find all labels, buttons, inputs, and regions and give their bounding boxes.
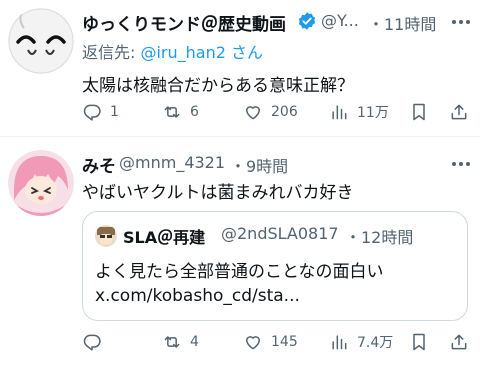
share-button[interactable] (449, 332, 469, 352)
quote-display-name: SLA＠再建 (123, 228, 206, 247)
like-button[interactable]: 206 (243, 102, 298, 122)
reply-to-link[interactable]: @iru_han2 (140, 43, 225, 62)
retweet-count: 4 (190, 334, 199, 350)
quote-avatar (95, 225, 117, 247)
like-count: 145 (271, 334, 298, 350)
retweet-icon (164, 106, 180, 118)
like-count: 206 (271, 104, 298, 120)
share-icon (451, 334, 467, 350)
retweet-button[interactable]: 6 (162, 102, 199, 122)
views-chart-icon (332, 335, 347, 350)
views-button[interactable]: 7.4万 (329, 332, 393, 352)
view-count: 7.4万 (357, 335, 394, 351)
like-button[interactable]: 145 (243, 332, 298, 352)
reply-prefix: 返信先: (82, 43, 141, 62)
reply-suffix: さん (225, 43, 264, 62)
views-button[interactable]: 11万 (329, 102, 389, 122)
heart-icon (246, 336, 260, 350)
avatar[interactable] (8, 150, 74, 216)
quote-timestamp: ・12時間 (345, 228, 414, 247)
timestamp[interactable]: ・9時間 (230, 153, 288, 177)
more-options-icon[interactable] (452, 162, 470, 166)
handle[interactable]: @Y... (321, 11, 359, 30)
reply-button[interactable] (82, 332, 110, 352)
retweet-button[interactable]: 4 (162, 332, 199, 352)
bookmark-icon (413, 333, 425, 351)
tweet[interactable]: ゆっくりモンド＠歴史動画 @Y... ・11時間 返信先: @iru_han2 … (0, 0, 480, 136)
heart-icon (246, 106, 260, 120)
tweet-text: やばいヤクルトは菌まみれバカ好き (82, 183, 354, 203)
handle[interactable]: @mnm_4321 (119, 153, 225, 172)
quote-link[interactable]: x.com/kobasho_cd/sta... (95, 286, 300, 306)
bookmark-icon (413, 103, 425, 121)
quoted-tweet[interactable]: SLA＠再建 @2ndSLA0817 ・12時間 よく見たら全部普通のことなの面… (82, 211, 468, 321)
quote-text: よく見たら全部普通のことなの面白い (95, 262, 384, 282)
reply-count: 1 (110, 104, 119, 120)
reply-button[interactable]: 1 (82, 102, 119, 122)
avatar[interactable] (8, 8, 74, 74)
timestamp[interactable]: ・11時間 (368, 11, 436, 35)
bookmark-button[interactable] (409, 102, 429, 122)
tweet-divider (0, 136, 480, 137)
reply-icon (83, 334, 101, 351)
reply-context: 返信先: @iru_han2 さん (82, 39, 263, 63)
display-name[interactable]: みそ (82, 152, 116, 177)
verified-badge-icon (298, 12, 316, 30)
display-name[interactable]: ゆっくりモンド＠歴史動画 (82, 10, 286, 35)
retweet-count: 6 (190, 104, 199, 120)
share-icon (451, 104, 467, 120)
view-count: 11万 (357, 105, 389, 121)
reply-icon (83, 104, 101, 121)
more-options-icon[interactable] (452, 20, 470, 24)
share-button[interactable] (449, 102, 469, 122)
retweet-icon (164, 336, 180, 348)
tweet-text: 太陽は核融合だからある意味正解？ (82, 76, 354, 96)
bookmark-button[interactable] (409, 332, 429, 352)
quote-handle: @2ndSLA0817 (221, 224, 339, 243)
views-chart-icon (332, 105, 347, 120)
